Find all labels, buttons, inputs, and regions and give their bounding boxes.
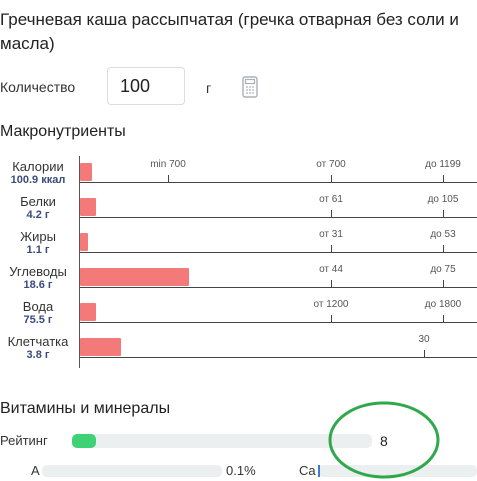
annotation-circle	[328, 401, 440, 479]
